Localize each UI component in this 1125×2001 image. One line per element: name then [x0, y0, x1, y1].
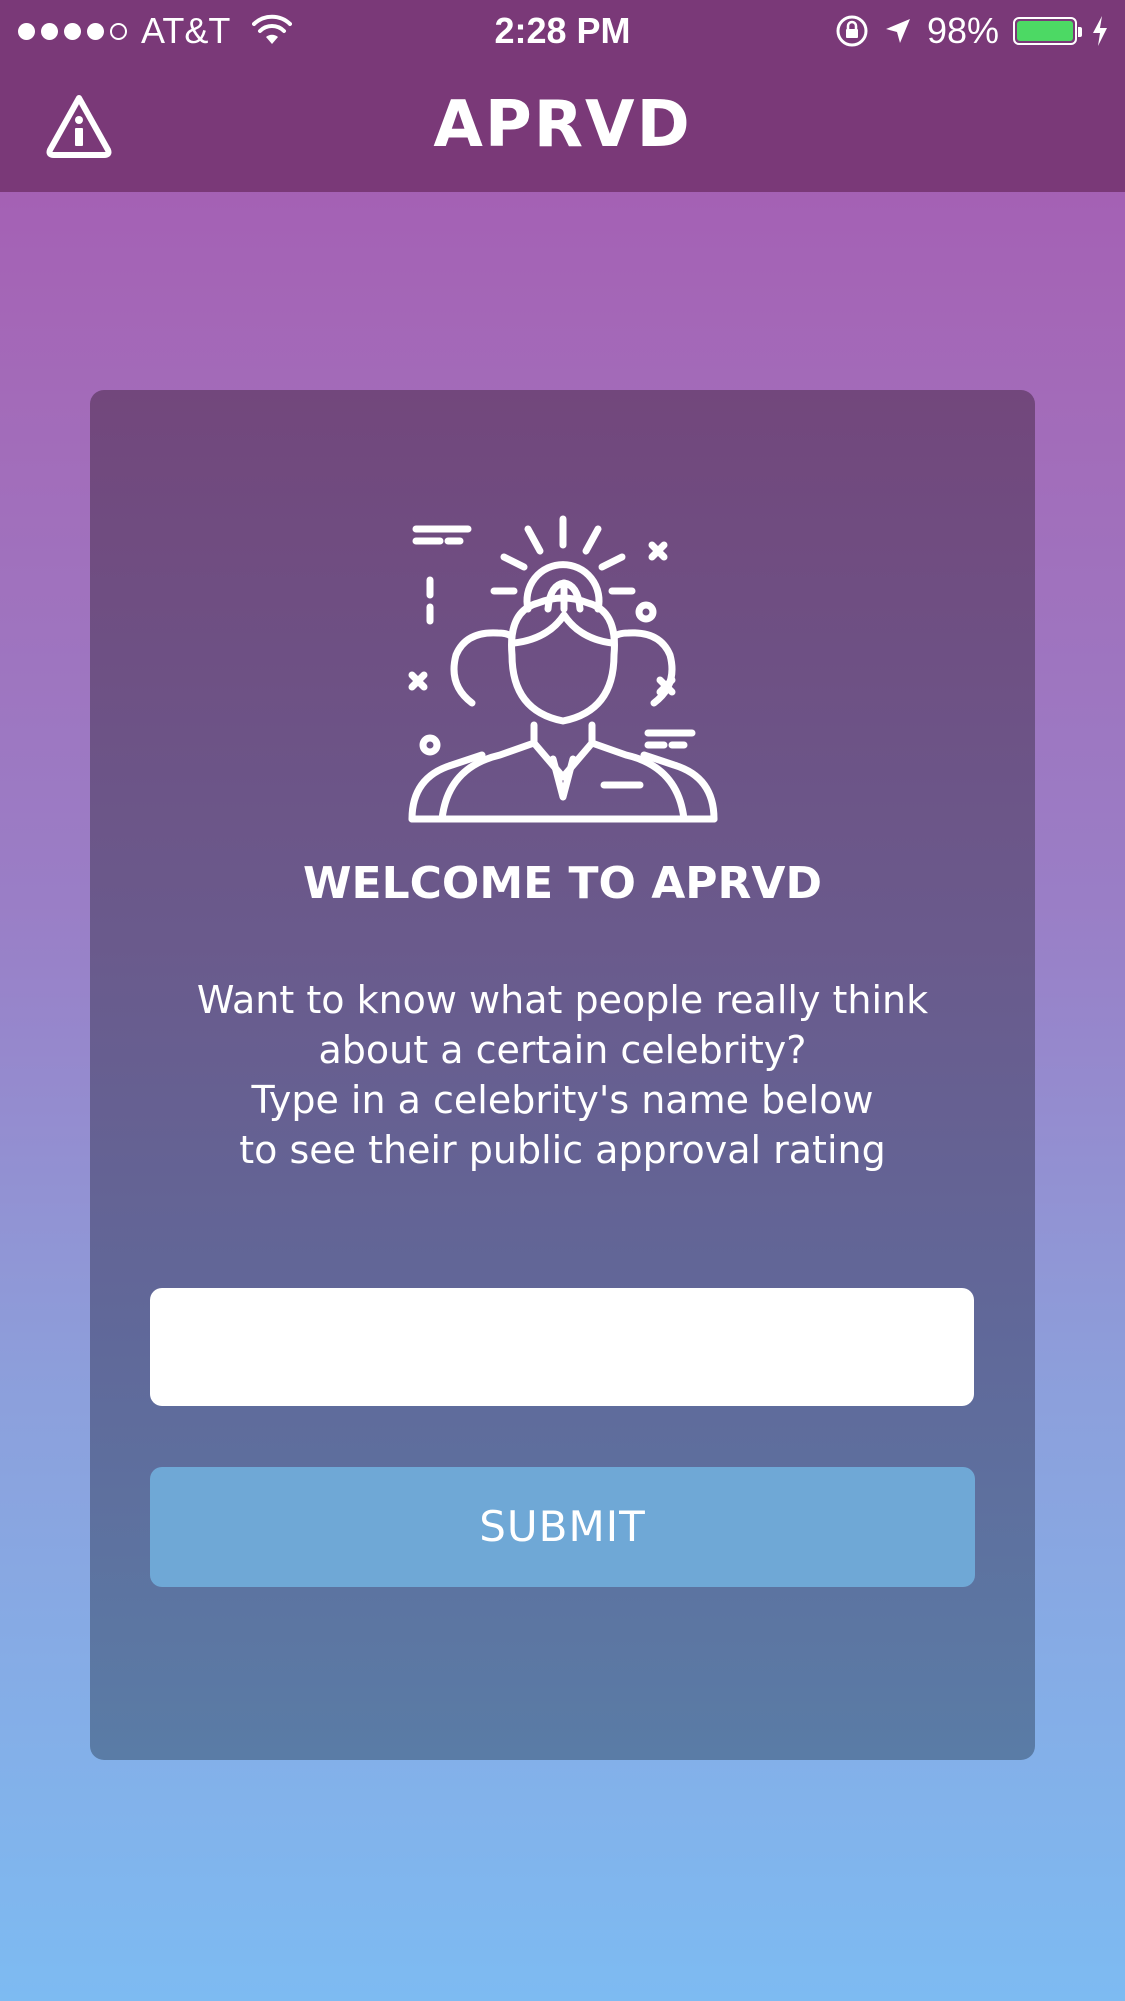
welcome-title: WELCOME TO APRVD — [303, 858, 822, 909]
app-title: APRVD — [433, 88, 692, 162]
rotation-lock-icon — [836, 15, 868, 47]
status-right: 98% — [835, 10, 1109, 52]
celebrity-name-input[interactable] — [150, 1288, 974, 1406]
nav-bar: APRVD — [0, 62, 1125, 192]
welcome-card: WELCOME TO APRVD Want to know what peopl… — [90, 390, 1035, 1760]
battery-percent: 98% — [926, 10, 999, 51]
location-arrow-icon — [885, 19, 910, 43]
people-idea-brain-icon — [408, 515, 718, 823]
description-line: Want to know what people really think — [196, 978, 929, 1022]
battery-icon — [1013, 17, 1082, 45]
status-bar: AT&T 2:28 PM 98% — [0, 0, 1125, 62]
welcome-description: Want to know what people really think ab… — [90, 975, 1035, 1175]
charging-bolt-icon — [1093, 16, 1107, 46]
description-line: Type in a celebrity's name below — [251, 1078, 874, 1122]
submit-button[interactable]: SUBMIT — [150, 1467, 975, 1587]
description-line: to see their public approval rating — [239, 1128, 886, 1172]
description-line: about a certain celebrity? — [318, 1028, 807, 1072]
